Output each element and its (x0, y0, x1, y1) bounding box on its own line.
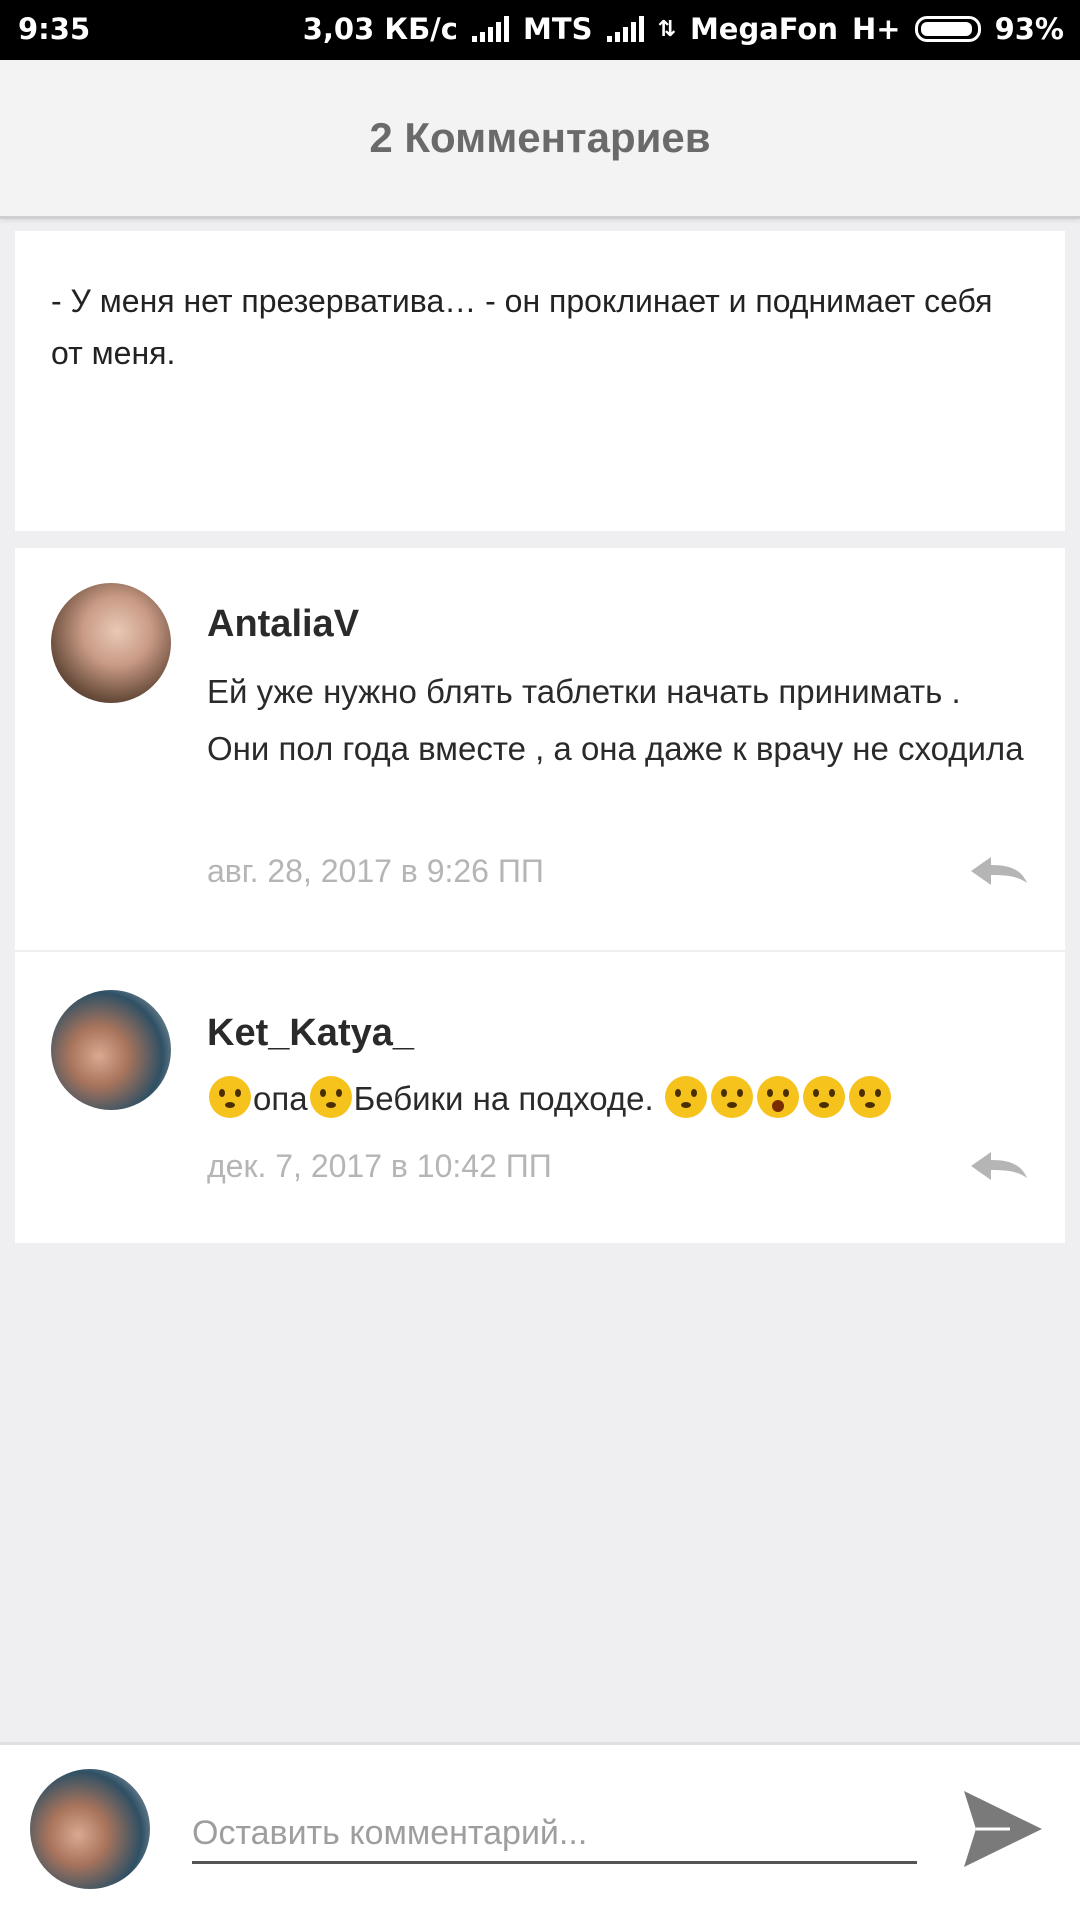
smile-emoji-icon (309, 1076, 352, 1118)
send-icon[interactable] (962, 1789, 1044, 1869)
avatar (30, 1769, 150, 1889)
carrier-1: MTS (522, 12, 593, 46)
scream-emoji-icon (756, 1076, 799, 1118)
comment-input[interactable] (192, 1805, 917, 1864)
comment-composer (0, 1742, 1080, 1923)
smile-emoji-icon (664, 1076, 707, 1118)
comment-text: Ей уже нужно блять таблетки начать прини… (207, 673, 1024, 767)
comment-username[interactable]: Ket_Katya_ (207, 1012, 414, 1055)
smile-emoji-icon (710, 1076, 753, 1118)
page-title: 2 Комментариев (369, 114, 711, 161)
comment-username[interactable]: AntaliaV (207, 603, 359, 646)
signal-icon (471, 16, 509, 42)
comments-list: AntaliaV Ей уже нужно блять таблетки нач… (15, 548, 1065, 1243)
status-bar: 9:35 3,03 КБ/с MTS ⇅ MegaFon H+ 93% (0, 0, 1080, 60)
avatar[interactable] (51, 990, 171, 1110)
battery-level: 93% (994, 12, 1064, 46)
smile-emoji-icon (802, 1076, 845, 1118)
data-arrows-icon: ⇅ (657, 16, 676, 42)
header: 2 Комментариев (0, 60, 1080, 219)
status-time: 9:35 (18, 12, 91, 46)
comment-timestamp: авг. 28, 2017 в 9:26 ПП (207, 853, 544, 889)
avatar[interactable] (51, 583, 171, 703)
comment-text: опа Бебики на подходе. (207, 1070, 1025, 1127)
network-type: H+ (852, 12, 901, 46)
smile-emoji-icon (209, 1076, 251, 1118)
comment-text-part: опа (253, 1080, 308, 1117)
quoted-excerpt: - У меня нет презерватива… - он проклина… (15, 231, 1065, 531)
reply-icon[interactable] (969, 853, 1029, 889)
comment-item: AntaliaV Ей уже нужно блять таблетки нач… (15, 548, 1065, 952)
comment-text-part: Бебики на подходе. (353, 1080, 654, 1117)
signal-icon (606, 16, 644, 42)
comment-item: Ket_Katya_ опа Бебики на подходе. дек. 7,… (15, 952, 1065, 1243)
battery-icon (914, 16, 981, 42)
status-indicators: 3,03 КБ/с MTS ⇅ MegaFon H+ 93% (303, 12, 1064, 46)
excerpt-text: - У меня нет презерватива… - он проклина… (51, 283, 993, 371)
smile-emoji-icon (848, 1076, 891, 1118)
reply-icon[interactable] (969, 1148, 1029, 1184)
comment-timestamp: дек. 7, 2017 в 10:42 ПП (207, 1148, 552, 1184)
network-speed: 3,03 КБ/с (302, 12, 458, 46)
carrier-2: MegaFon (689, 12, 838, 46)
